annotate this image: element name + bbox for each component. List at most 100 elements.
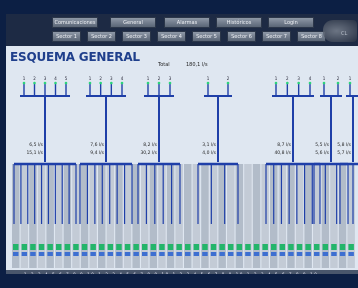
valve-status-dot — [99, 81, 102, 85]
valve-status-indicator — [314, 244, 320, 250]
valve-flow-indicator — [30, 252, 36, 256]
valve-status-dot — [33, 81, 36, 85]
valve-status-dot — [226, 81, 230, 85]
valve-status-indicator — [159, 244, 165, 250]
sector-button-4[interactable]: Sector 4 — [157, 31, 186, 42]
valve-status-indicator — [30, 244, 36, 250]
sector-button-6[interactable]: Sector 6 — [227, 31, 256, 42]
valve-number-label: 3 — [169, 76, 172, 81]
sector-button-8[interactable]: Sector 8 — [297, 31, 326, 42]
sector-button-2[interactable]: Sector 2 — [87, 31, 116, 42]
valve-flow-indicator — [271, 252, 277, 256]
valve-number-label: 1 — [323, 76, 326, 81]
valve-flow-indicator — [219, 252, 225, 256]
valve-status-indicator — [21, 244, 28, 250]
valve-status-indicator — [99, 244, 105, 250]
valve-status-dot — [110, 81, 113, 85]
valve-status-indicator — [124, 244, 131, 250]
valve-status-dot — [22, 81, 26, 85]
sector-button-3[interactable]: Sector 3 — [122, 31, 151, 42]
valve-number-label: 2 — [227, 76, 230, 81]
valve-status-indicator — [81, 244, 88, 250]
valve-flow-indicator — [262, 252, 268, 256]
valve-number-label: 2 — [337, 76, 340, 81]
valve-status-indicator — [116, 244, 122, 250]
valve-status-indicator — [107, 244, 114, 250]
valve-status-indicator — [38, 244, 45, 250]
nav-button-general[interactable]: General — [110, 17, 156, 28]
valve-flow-indicator — [176, 252, 182, 256]
valve-status-indicator — [279, 244, 286, 250]
valve-flow-indicator — [331, 252, 337, 256]
group-flow-value-b: 5,6 l/s — [315, 150, 329, 156]
valve-flow-indicator — [314, 252, 320, 256]
valve-number-label: 1 — [207, 76, 210, 81]
valve-status-indicator — [331, 244, 337, 250]
valve-status-dot — [120, 81, 124, 85]
valve-flow-indicator — [159, 252, 165, 256]
valve-flow-indicator — [305, 252, 311, 256]
valve-number-label: 2 — [286, 76, 289, 81]
nav-button-comunicaciones[interactable]: Comunicaciones — [52, 17, 98, 28]
valve-flow-indicator — [81, 252, 88, 256]
group-flow-value-a: 5,5 l/s — [315, 142, 329, 148]
valve-number-label: 2 — [99, 76, 102, 81]
valve-status-indicator — [193, 244, 200, 250]
valve-status-dot — [308, 81, 312, 85]
valve-status-indicator — [262, 244, 268, 250]
logo-text: CL — [341, 31, 348, 37]
valve-flow-indicator — [253, 252, 260, 256]
valve-flow-indicator — [210, 252, 217, 256]
valve-status-indicator — [64, 244, 71, 250]
valve-status-indicator — [253, 244, 260, 250]
valve-status-dot — [168, 81, 172, 85]
nav-button-alarmas[interactable]: Alarmas — [164, 17, 210, 28]
valve-status-indicator — [202, 244, 208, 250]
valve-status-indicator — [150, 244, 157, 250]
valve-flow-indicator — [73, 252, 79, 256]
nav-button-historicos[interactable]: Históricos — [216, 17, 262, 28]
valve-number-label: 2 — [158, 76, 161, 81]
valve-status-indicator — [185, 244, 191, 250]
sector-button-7[interactable]: Sector 7 — [262, 31, 291, 42]
valve-status-dot — [88, 81, 92, 85]
valve-status-indicator — [219, 244, 225, 250]
valve-number-label: 3 — [44, 76, 47, 81]
valve-flow-indicator — [339, 252, 346, 256]
sector-button-5[interactable]: Sector 5 — [192, 31, 221, 42]
group-flow-value-b: 9,4 l/s — [90, 150, 104, 156]
valve-status-indicator — [245, 244, 251, 250]
valve-flow-indicator — [296, 252, 303, 256]
valve-number-label: 4 — [54, 76, 57, 81]
nav-button-login[interactable]: Login — [268, 17, 314, 28]
group-flow-value-b: 40,8 l/s — [274, 150, 291, 156]
valve-number-label: 1 — [23, 76, 26, 81]
valve-flow-indicator — [279, 252, 286, 256]
group-flow-value-b: 4,0 l/s — [202, 150, 216, 156]
group-flow-value-a: 8,2 l/s — [143, 142, 157, 148]
valve-flow-indicator — [116, 252, 122, 256]
valve-status-indicator — [13, 244, 19, 250]
valve-number-label: 4 — [121, 76, 124, 81]
valve-status-indicator — [236, 244, 243, 250]
valve-flow-indicator — [133, 252, 139, 256]
group-flow-value-a: 8,7 l/s — [277, 142, 291, 148]
valve-status-dot — [286, 81, 289, 85]
group-flow-value-b: 15,1 l/s — [26, 150, 43, 156]
valve-number-label: 1 — [89, 76, 92, 81]
valve-flow-indicator — [124, 252, 131, 256]
valve-status-dot — [322, 81, 326, 85]
sector-button-1[interactable]: Sector 1 — [52, 31, 81, 42]
valve-status-indicator — [142, 244, 148, 250]
valve-flow-indicator — [185, 252, 191, 256]
valve-status-indicator — [322, 244, 329, 250]
valve-flow-indicator — [236, 252, 243, 256]
irrigation-network-diagram: 1 2 3 4 5 6,5 l/s 15,1 l/s 1 2 3 4 7,6 l/s 9,4 l/s 1 2… — [12, 76, 358, 268]
valve-number-label: 4 — [309, 76, 312, 81]
scada-screen: Comunicaciones General Alarmas Histórico… — [6, 14, 358, 288]
valve-status-indicator — [73, 244, 79, 250]
valve-status-indicator — [167, 244, 174, 250]
valve-number-label: 3 — [110, 76, 113, 81]
valve-status-indicator — [176, 244, 182, 250]
group-flow-value-a: 3,1 l/s — [202, 142, 216, 148]
